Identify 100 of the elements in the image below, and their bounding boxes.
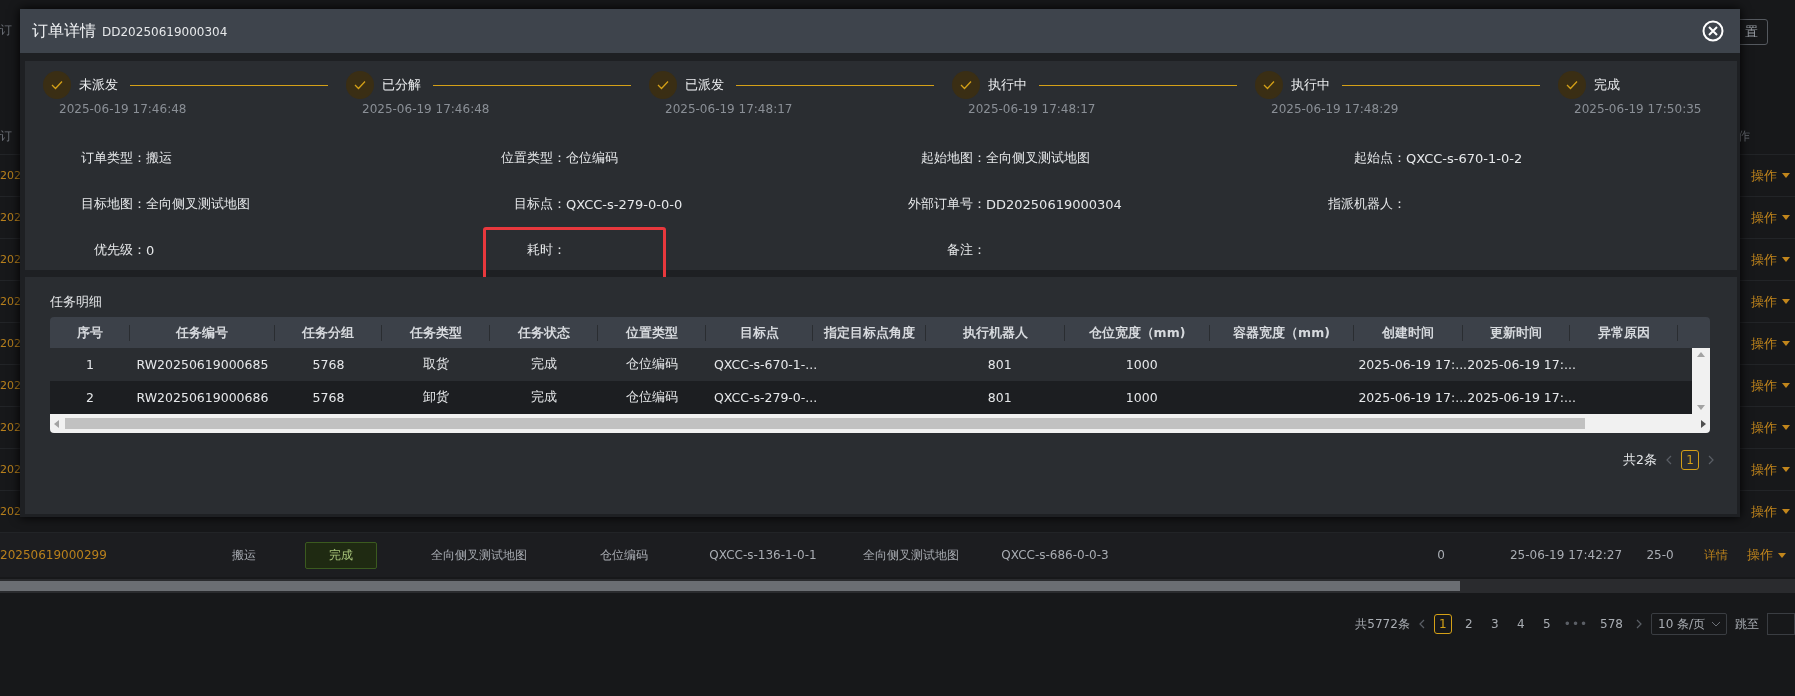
section-title: 任务明细 xyxy=(50,293,103,311)
order-link[interactable]: 202 xyxy=(0,337,21,350)
caret-icon xyxy=(1782,257,1790,262)
action-dropdown[interactable]: 操作 xyxy=(1751,292,1790,311)
scrollbar-thumb[interactable] xyxy=(0,581,1460,591)
field-label: 优先级： xyxy=(93,241,146,259)
close-button[interactable] xyxy=(1702,20,1724,42)
step-label: 执行中 xyxy=(1291,76,1330,94)
jump-input[interactable] xyxy=(1767,613,1795,635)
field-value: QXCC-s-670-1-0-2 xyxy=(1406,150,1523,166)
order-link[interactable]: 202 xyxy=(0,169,21,182)
field-label: 起始点： xyxy=(1353,149,1406,167)
field-value: 0 xyxy=(146,242,155,258)
table-cell: 全向侧叉测试地图 xyxy=(431,546,527,564)
page-size-select[interactable]: 10 条/页 xyxy=(1651,613,1727,635)
column-header: 异常原因 xyxy=(1570,324,1678,341)
field-value: 全向侧叉测试地图 xyxy=(986,149,1090,167)
step-label: 未派发 xyxy=(79,76,118,94)
jump-label: 跳至 xyxy=(1735,615,1759,633)
order-link[interactable]: 202 xyxy=(0,505,21,518)
caret-icon xyxy=(1782,467,1790,472)
ellipsis: ••• xyxy=(1563,617,1589,631)
table-cell: 25-0 xyxy=(1646,548,1674,562)
step-label: 已派发 xyxy=(685,76,724,94)
table-cell: RW20250619000685 xyxy=(136,357,269,372)
column-header: 订 xyxy=(0,127,12,145)
table-cell: 完成 xyxy=(531,356,557,373)
field-label: 备注： xyxy=(946,241,986,259)
page-title: 订 xyxy=(0,22,12,39)
table-cell: 2025-06-19 17:... xyxy=(1358,357,1468,372)
action-dropdown[interactable]: 操作 xyxy=(1751,376,1790,395)
caret-icon xyxy=(1777,552,1786,558)
status-badge: 完成 xyxy=(305,541,377,569)
horizontal-scrollbar[interactable] xyxy=(50,414,1710,433)
caret-icon xyxy=(1782,173,1790,178)
order-link[interactable]: 20250619000299 xyxy=(0,548,107,562)
column-header: 容器宽度（mm) xyxy=(1210,324,1354,341)
order-number: DD20250619000304 xyxy=(102,24,228,39)
order-link[interactable]: 202 xyxy=(0,379,21,392)
field-label: 位置类型： xyxy=(500,149,566,167)
table-cell: 2025-06-19 17:... xyxy=(1467,357,1576,372)
table-cell: 25-06-19 17:42:27 xyxy=(1509,548,1623,562)
table-cell: 801 xyxy=(987,357,1012,372)
page-button[interactable]: 2 xyxy=(1459,614,1478,634)
order-link[interactable]: 202 xyxy=(0,295,21,308)
previous-page-icon[interactable] xyxy=(1665,455,1673,465)
caret-icon xyxy=(1782,215,1790,220)
column-header: 指定目标点角度 xyxy=(813,324,926,341)
action-dropdown[interactable]: 操作 xyxy=(1751,334,1790,353)
table-cell: 取货 xyxy=(423,356,449,373)
order-link[interactable]: 202 xyxy=(0,253,21,266)
table-cell: QXCC-s-279-0-... xyxy=(714,390,818,405)
action-dropdown[interactable]: 操作 xyxy=(1751,250,1790,269)
action-dropdown[interactable]: 操作 xyxy=(1751,460,1790,479)
table-cell: QXCC-s-686-0-0-3 xyxy=(1001,548,1109,562)
field-label: 指派机器人： xyxy=(1327,195,1406,213)
page-button[interactable]: 5 xyxy=(1537,614,1556,634)
page-button[interactable]: 578 xyxy=(1596,614,1627,634)
total-count: 共5772条 xyxy=(1355,615,1410,633)
order-link[interactable]: 202 xyxy=(0,421,21,434)
action-dropdown[interactable]: 操作 xyxy=(1746,546,1786,564)
action-dropdown[interactable]: 操作 xyxy=(1751,208,1790,227)
field-label: 目标点： xyxy=(513,195,566,213)
page-button[interactable]: 3 xyxy=(1485,614,1504,634)
step-time: 2025-06-19 17:46:48 xyxy=(59,102,188,116)
page-button[interactable]: 1 xyxy=(1433,614,1452,634)
page-button[interactable]: 1 xyxy=(1681,450,1699,470)
page-button[interactable]: 4 xyxy=(1511,614,1530,634)
previous-page-icon[interactable] xyxy=(1417,619,1426,629)
field-value: 仓位编码 xyxy=(566,149,618,167)
step-time: 2025-06-19 17:46:48 xyxy=(362,102,491,116)
table-cell: 0 xyxy=(1437,548,1445,562)
field-label: 起始地图： xyxy=(920,149,986,167)
step-time: 2025-06-19 17:50:35 xyxy=(1574,102,1703,116)
detail-link[interactable]: 详情 xyxy=(1704,546,1728,564)
column-header: 序号 xyxy=(50,324,130,341)
scroll-left-icon[interactable] xyxy=(54,419,59,428)
action-dropdown[interactable]: 操作 xyxy=(1751,502,1790,521)
table-cell: 仓位编码 xyxy=(626,356,678,373)
action-dropdown[interactable]: 操作 xyxy=(1751,166,1790,185)
column-header: 创建时间 xyxy=(1354,324,1463,341)
table-cell: 1 xyxy=(86,357,94,372)
field-label: 外部订单号： xyxy=(907,195,986,213)
step-time: 2025-06-19 17:48:29 xyxy=(1271,102,1400,116)
order-link[interactable]: 202 xyxy=(0,211,21,224)
vertical-scrollbar[interactable] xyxy=(1692,348,1710,414)
next-page-icon[interactable] xyxy=(1707,455,1715,465)
column-header: 任务编号 xyxy=(130,324,275,341)
field-label: 订单类型： xyxy=(80,149,146,167)
scroll-right-icon[interactable] xyxy=(1701,419,1706,428)
action-dropdown[interactable]: 操作 xyxy=(1751,418,1790,437)
scroll-down-icon[interactable] xyxy=(1697,405,1705,410)
next-page-icon[interactable] xyxy=(1635,619,1643,629)
table-cell: QXCC-s-670-1-... xyxy=(714,357,818,372)
dialog-title: 订单详情 xyxy=(32,20,96,42)
scroll-up-icon[interactable] xyxy=(1697,352,1705,357)
table-cell: 完成 xyxy=(531,389,557,406)
caret-icon xyxy=(1782,383,1790,388)
order-link[interactable]: 202 xyxy=(0,463,21,476)
field-value: QXCC-s-279-0-0-0 xyxy=(566,196,683,212)
